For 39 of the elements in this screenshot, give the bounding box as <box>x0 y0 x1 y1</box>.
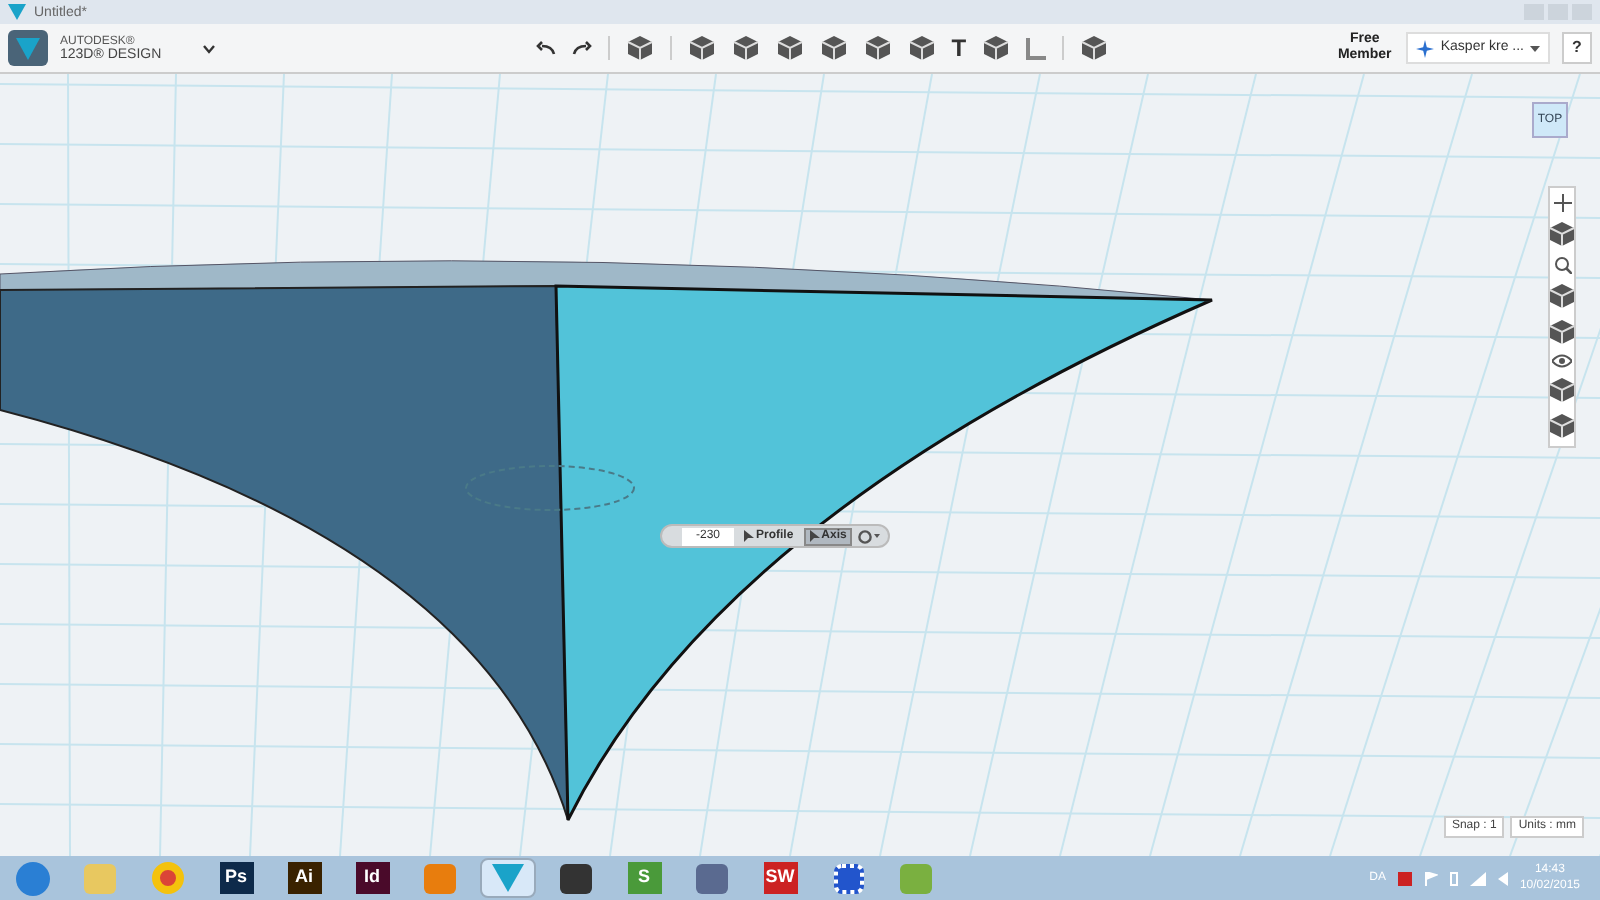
tray-icon[interactable] <box>1397 871 1412 885</box>
taskbar-app-button[interactable]: Ps <box>208 858 264 898</box>
cube-icon[interactable] <box>1080 34 1109 62</box>
app-icon: Ai <box>287 862 321 894</box>
undo-icon[interactable] <box>535 40 556 56</box>
cube-icon[interactable] <box>1548 376 1576 404</box>
cube-icon[interactable] <box>982 34 1011 62</box>
help-button[interactable]: ? <box>1562 32 1592 64</box>
caret-icon <box>1530 45 1540 51</box>
taskbar-app-button[interactable]: S <box>616 858 672 898</box>
cursor-icon <box>809 530 820 542</box>
cube-icon[interactable] <box>775 34 804 62</box>
star-icon <box>1416 39 1435 57</box>
triangle-logo-icon <box>490 862 526 894</box>
eye-icon[interactable] <box>1552 354 1572 368</box>
app-icon: Id <box>355 862 389 894</box>
taskbar-app-button[interactable]: Id <box>344 858 400 898</box>
taskbar-app-button[interactable]: Ai <box>276 858 332 898</box>
app-logo-icon <box>8 4 26 20</box>
app-icon: SW <box>763 862 797 894</box>
chevron-down-icon[interactable] <box>201 43 216 53</box>
settings-icon[interactable] <box>858 529 881 543</box>
cube-icon[interactable] <box>863 34 892 62</box>
cube-icon[interactable] <box>731 34 760 62</box>
zoom-icon[interactable] <box>1553 256 1571 274</box>
cube-icon[interactable] <box>819 34 848 62</box>
cube-icon[interactable] <box>1548 318 1576 346</box>
pan-icon[interactable] <box>1553 194 1571 212</box>
redo-icon[interactable] <box>571 40 592 56</box>
cube-icon[interactable] <box>907 34 936 62</box>
cube-icon[interactable] <box>687 34 716 62</box>
text-tool-icon[interactable]: T <box>951 30 967 66</box>
ruler-icon[interactable] <box>1026 37 1047 59</box>
cube-icon[interactable] <box>1548 412 1576 440</box>
app-icon: S <box>627 862 661 894</box>
cursor-icon <box>744 530 754 542</box>
taskbar-app-button[interactable]: SW <box>752 858 808 898</box>
app-icon: Ps <box>219 862 253 894</box>
app-logo-icon <box>8 30 48 66</box>
